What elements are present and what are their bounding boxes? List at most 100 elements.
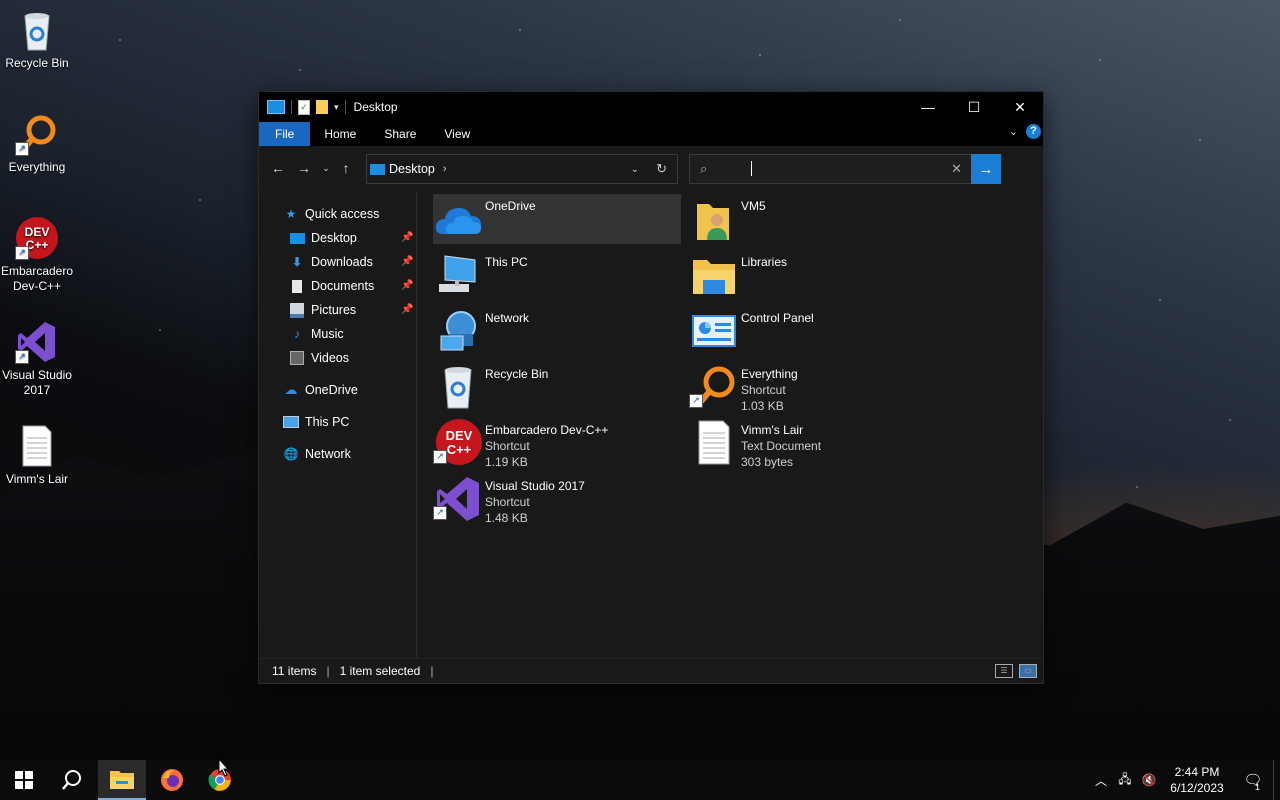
help-icon[interactable]: ? [1026,124,1041,139]
desktop-icon-visual-studio[interactable]: ↗ Visual Studio 2017 [0,320,74,398]
pin-icon: 📌 [401,232,414,243]
show-hidden-icons-icon[interactable]: ︿ [1089,772,1113,789]
start-button[interactable] [0,760,48,800]
nav-item-network[interactable]: 🌐 Network [283,443,351,465]
taskbar-file-explorer[interactable] [98,760,146,800]
tab-view[interactable]: View [430,122,484,146]
item-type: Shortcut [485,439,530,453]
clock[interactable]: 2:44 PM 6/12/2023 [1161,764,1233,796]
nav-quick-access[interactable]: ★ Quick access [283,203,380,225]
recent-locations-button[interactable]: ⌄ [317,163,335,174]
new-folder-icon[interactable] [316,100,328,114]
address-bar[interactable]: Desktop › ⌄ ↻ [366,154,678,184]
nav-item-videos[interactable]: Videos [289,347,349,369]
back-button[interactable]: ← [265,160,291,176]
text-caret [751,161,752,176]
nav-item-downloads[interactable]: ⬇ Downloads [289,251,373,273]
up-button[interactable]: ↑ [335,160,357,176]
search-button[interactable] [48,760,96,800]
user-folder-icon [689,194,741,244]
onedrive-icon [433,194,485,244]
forward-button[interactable]: → [291,160,317,176]
desktop-icon-recycle-bin[interactable]: Recycle Bin [0,8,74,71]
properties-icon[interactable]: ✓ [298,99,310,115]
tab-file[interactable]: File [259,122,311,146]
file-list: OneDrive VM5 This PC Libraries Network C… [417,191,1043,658]
status-bar: 11 items | 1 item selected | ☰ ▭ [259,658,1043,683]
file-explorer-icon [110,771,134,789]
shortcut-arrow-icon: ↗ [15,246,29,260]
maximize-button[interactable]: ☐ [951,92,997,122]
list-item-onedrive[interactable]: OneDrive [433,194,681,244]
address-dropdown-icon[interactable]: ⌄ [631,164,639,175]
everything-icon: ↗ [689,362,741,412]
nav-item-onedrive[interactable]: ☁ OneDrive [283,379,358,401]
title-bar[interactable]: ✓ ▾ Desktop — ☐ ✕ [259,92,1043,122]
onedrive-icon: ☁ [284,382,298,397]
list-item-libraries[interactable]: Libraries [689,250,937,300]
customize-toolbar-icon[interactable]: ▾ [334,102,339,113]
shortcut-arrow-icon: ↗ [15,350,29,364]
expand-ribbon-icon[interactable]: ⌄ [1009,125,1018,138]
file-explorer-window: ✓ ▾ Desktop — ☐ ✕ File Home Share View ⌄… [258,91,1044,684]
item-count: 11 items [272,664,317,678]
details-view-icon[interactable]: ☰ [995,664,1013,678]
music-note-icon: ♪ [294,327,300,341]
list-item-vimms-lair[interactable]: Vimm's Lair Text Document 303 bytes [689,418,937,469]
search-box[interactable]: ⌕ ✕ → [689,154,1001,184]
large-icons-view-icon[interactable]: ▭ [1019,664,1037,678]
minimize-button[interactable]: — [905,92,951,122]
list-item-recycle-bin[interactable]: Recycle Bin [433,362,681,412]
nav-item-desktop[interactable]: Desktop [289,227,357,249]
item-name: Everything [741,367,798,381]
list-item-this-pc[interactable]: This PC [433,250,681,300]
this-pc-icon [283,415,299,429]
close-button[interactable]: ✕ [997,92,1043,122]
show-desktop-button[interactable] [1273,760,1280,800]
list-item-vm5[interactable]: VM5 [689,194,937,244]
tab-home[interactable]: Home [310,122,370,146]
clear-search-icon[interactable]: ✕ [951,161,962,177]
shortcut-arrow-icon: ↗ [433,450,447,464]
volume-muted-icon[interactable]: 🔇 [1137,773,1161,787]
libraries-icon [689,250,741,300]
pin-icon: 📌 [401,256,414,267]
recycle-bin-icon [15,8,59,52]
breadcrumb-desktop[interactable]: Desktop [389,162,435,176]
search-go-button[interactable]: → [971,154,1001,184]
documents-icon [289,279,305,293]
visual-studio-icon: ↗ [15,320,59,364]
nav-item-documents[interactable]: Documents [289,275,374,297]
item-name: This PC [485,255,528,269]
action-center-button[interactable]: 🗨 1 [1233,760,1273,800]
svg-text:C++: C++ [26,238,49,252]
list-item-network[interactable]: Network [433,306,681,356]
breadcrumb-chevron-icon[interactable]: › [443,163,447,175]
svg-text:DEV: DEV [25,225,50,239]
desktop-icon-everything[interactable]: ↗ Everything [0,112,74,175]
search-input[interactable] [730,159,964,179]
item-size: 1.03 KB [741,399,784,413]
tab-share[interactable]: Share [370,122,430,146]
item-name: Control Panel [741,311,814,325]
quick-access-toolbar: ✓ ▾ [267,99,346,115]
list-item-control-panel[interactable]: Control Panel [689,306,937,356]
nav-item-this-pc[interactable]: This PC [283,411,349,433]
item-name: Embarcadero Dev-C++ [485,423,609,437]
list-item-visual-studio[interactable]: ↗ Visual Studio 2017 Shortcut 1.48 KB [433,474,681,525]
list-item-everything[interactable]: ↗ Everything Shortcut 1.03 KB [689,362,937,413]
control-panel-icon [689,306,741,356]
shortcut-arrow-icon: ↗ [433,506,447,520]
notification-count: 1 [1255,782,1261,792]
pictures-icon [289,302,305,318]
nav-item-music[interactable]: ♪ Music [289,323,344,345]
list-item-devcpp[interactable]: DEV C++ ↗ Embarcadero Dev-C++ Shortcut 1.… [433,418,681,469]
desktop-icon-vimms-lair[interactable]: Vimm's Lair [0,424,74,487]
network-status-icon[interactable]: 🖧 [1113,770,1137,791]
refresh-icon[interactable]: ↻ [656,161,667,177]
desktop-icon-devcpp[interactable]: DEV C++ ↗ Embarcadero Dev-C++ [0,216,74,294]
nav-item-pictures[interactable]: Pictures [289,299,356,321]
system-tray: ︿ 🖧 🔇 2:44 PM 6/12/2023 🗨 1 [1089,760,1280,800]
everything-icon: ↗ [15,112,59,156]
taskbar-firefox[interactable] [148,760,196,800]
